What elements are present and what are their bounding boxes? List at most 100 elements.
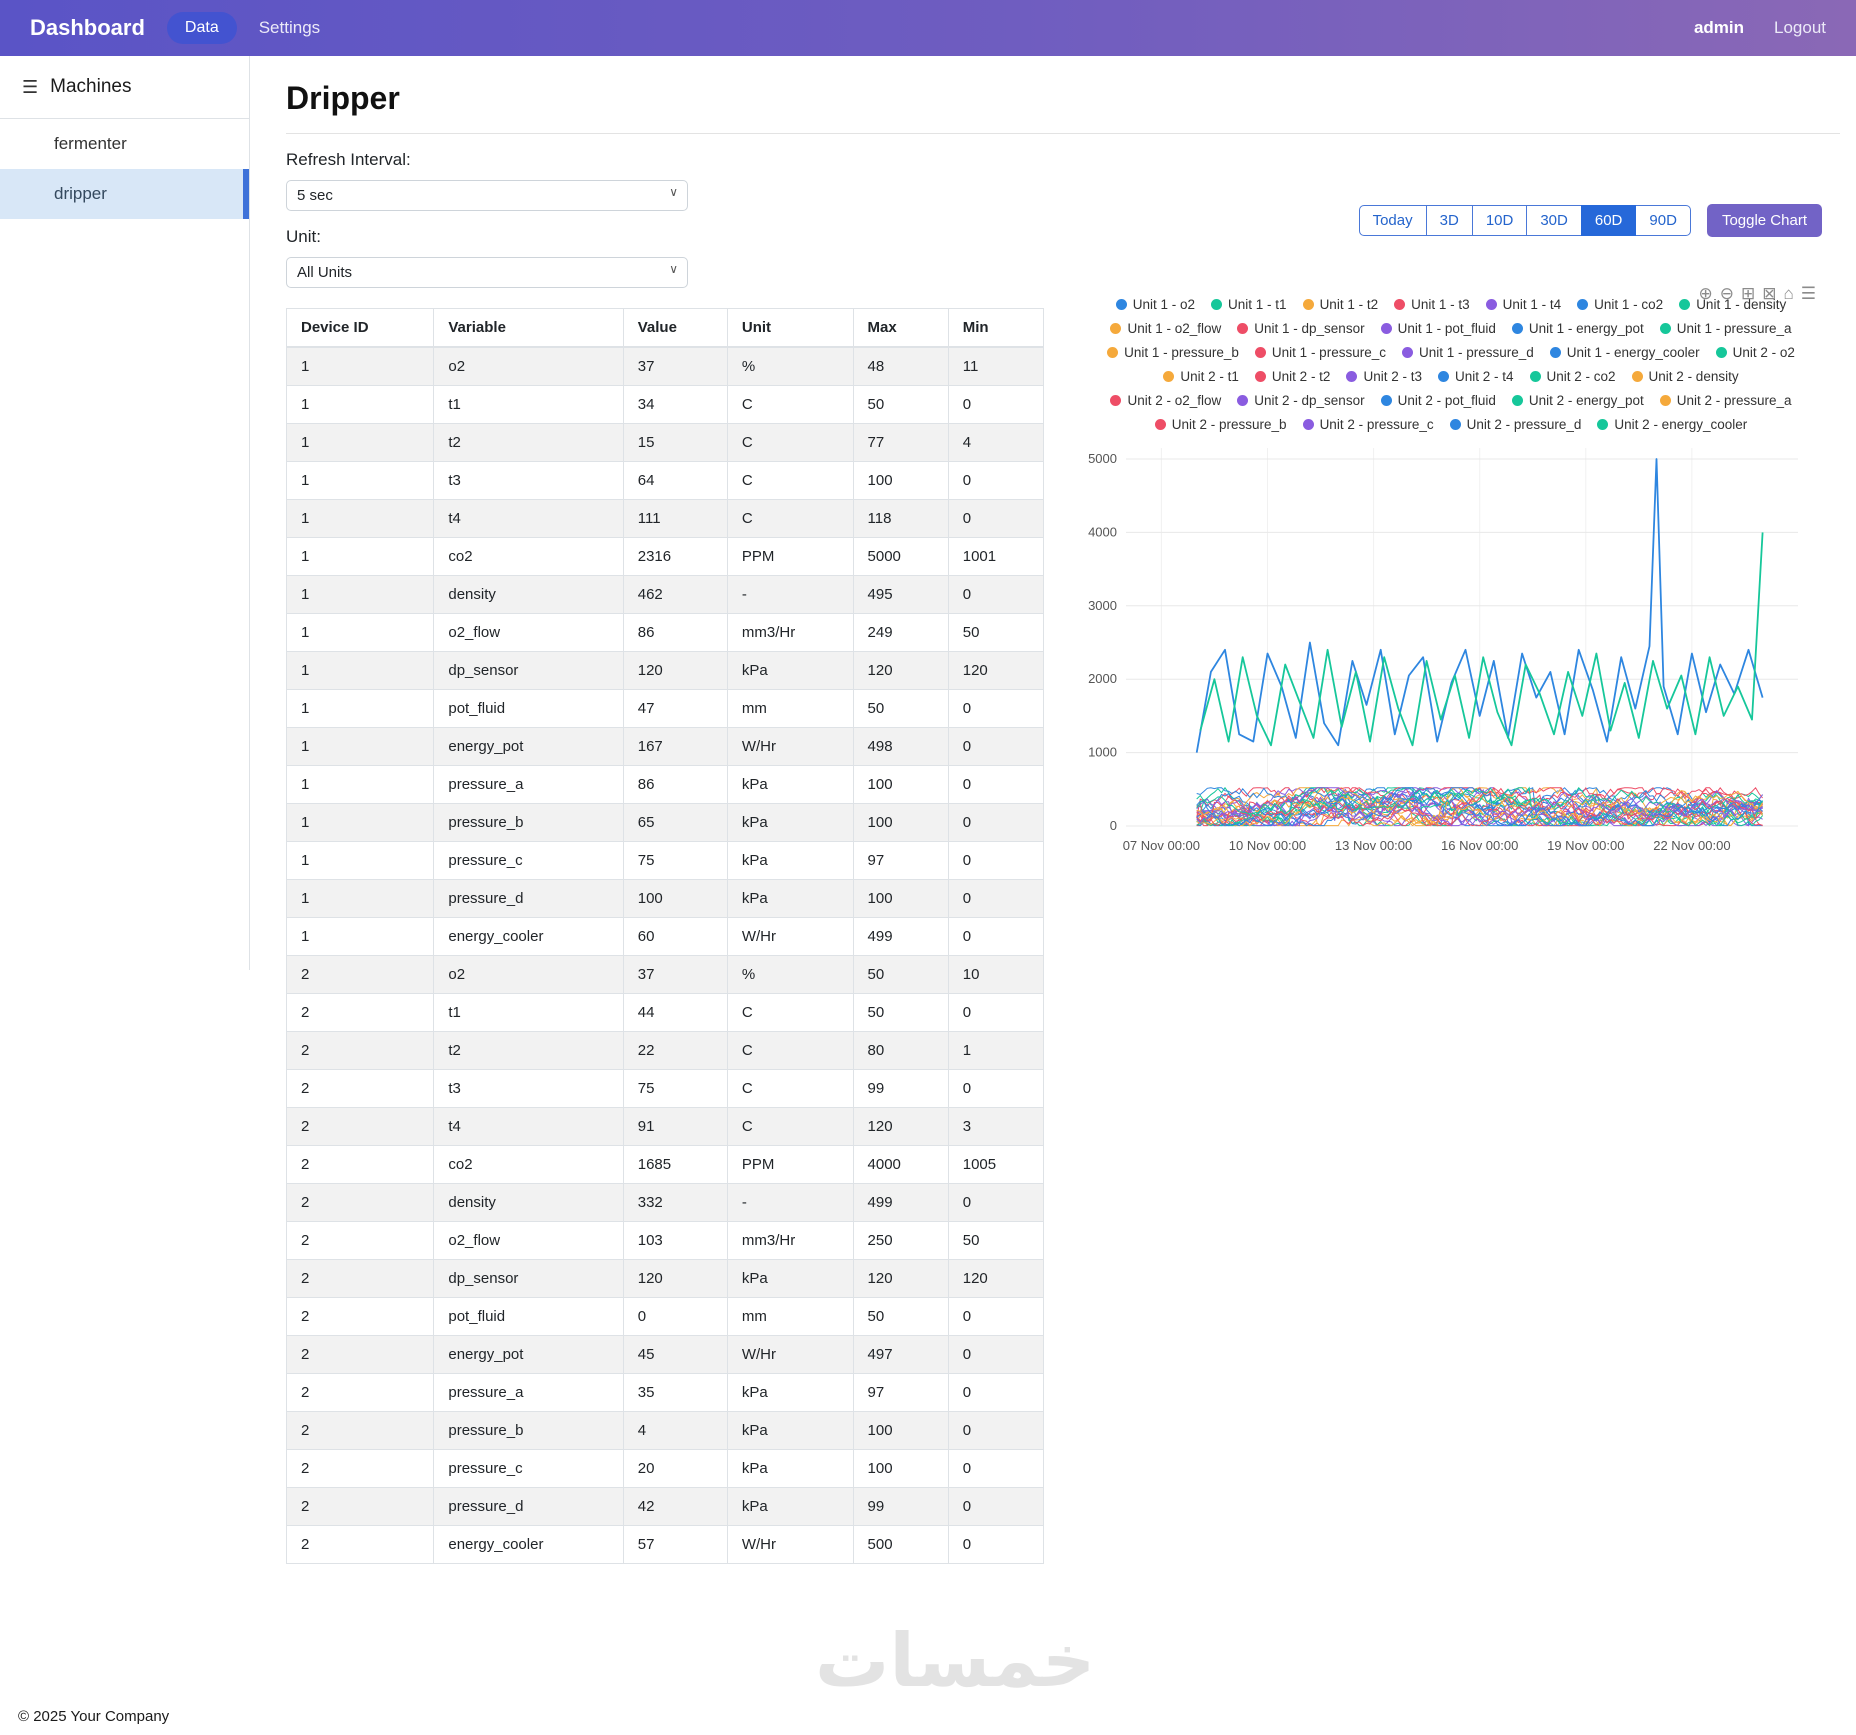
table-row: 2 dp_sensor 120 kPa 120 120: [285, 1259, 1045, 1298]
range-button-3d[interactable]: 3D: [1425, 205, 1473, 236]
legend-label: Unit 1 - co2: [1594, 297, 1664, 312]
table-row: 2 pressure_c 20 kPa 100 0: [285, 1449, 1045, 1488]
table-cell: C: [726, 1069, 854, 1108]
legend-item[interactable]: Unit 2 - t1: [1163, 369, 1239, 384]
table-cell: 498: [852, 727, 949, 766]
legend-item[interactable]: Unit 1 - pressure_b: [1107, 345, 1239, 360]
table-cell: 48: [852, 346, 949, 386]
legend-label: Unit 2 - pot_fluid: [1397, 393, 1496, 408]
menu-icon[interactable]: ☰: [22, 77, 38, 98]
zoom-out-icon[interactable]: ⊖: [1720, 285, 1734, 302]
legend-item[interactable]: Unit 1 - co2: [1577, 297, 1663, 312]
legend-item[interactable]: Unit 2 - o2_flow: [1110, 393, 1221, 408]
legend-dot-icon: [1437, 371, 1449, 382]
sidebar-item-dripper[interactable]: dripper: [0, 169, 249, 219]
home-icon[interactable]: ⌂: [1783, 285, 1793, 302]
table-cell: 1: [285, 689, 435, 728]
table-cell: t4: [433, 499, 624, 538]
unit-select[interactable]: All Units: [286, 257, 688, 288]
legend-item[interactable]: Unit 2 - t4: [1437, 369, 1514, 384]
refresh-interval-select[interactable]: 5 sec: [286, 180, 688, 211]
legend-item[interactable]: Unit 2 - energy_pot: [1511, 393, 1644, 408]
zoom-in-icon[interactable]: ⊕: [1698, 285, 1712, 302]
table-cell: pressure_c: [433, 841, 624, 880]
table-cell: 120: [947, 651, 1045, 690]
table-cell: PPM: [726, 537, 854, 576]
sidebar-header: ☰ Machines: [0, 56, 249, 119]
table-row: 1 t4 111 C 118 0: [285, 499, 1045, 538]
legend-label: Unit 1 - t4: [1502, 297, 1562, 312]
table-cell: C: [726, 1031, 854, 1070]
legend-item[interactable]: Unit 2 - o2: [1715, 345, 1795, 360]
table-cell: 2: [285, 1221, 435, 1260]
legend-item[interactable]: Unit 2 - co2: [1529, 369, 1616, 384]
table-cell: pressure_c: [433, 1449, 624, 1488]
legend-item[interactable]: Unit 1 - t3: [1394, 297, 1470, 312]
table-cell: 77: [852, 423, 949, 462]
table-cell: 2: [285, 1031, 435, 1070]
legend-item[interactable]: Unit 1 - t2: [1302, 297, 1378, 312]
legend-item[interactable]: Unit 2 - pressure_d: [1449, 417, 1581, 432]
range-button-10d[interactable]: 10D: [1471, 205, 1528, 236]
legend-dot-icon: [1511, 323, 1523, 334]
table-cell: 120: [852, 651, 949, 690]
legend-item[interactable]: Unit 1 - t4: [1485, 297, 1562, 312]
legend-item[interactable]: Unit 1 - dp_sensor: [1237, 321, 1365, 336]
table-cell: 47: [622, 689, 728, 728]
modebar-menu-icon[interactable]: ☰: [1801, 285, 1816, 302]
sensor-table: Device ID Variable Value Unit Max Min 1 o2 37% 4…: [285, 308, 1045, 1564]
nav-data-button[interactable]: Data: [166, 12, 237, 44]
table-cell: 1: [947, 1031, 1045, 1070]
table-row: 2 o2 37% 50 10: [285, 955, 1045, 994]
legend-item[interactable]: Unit 1 - energy_pot: [1511, 321, 1644, 336]
pan-icon[interactable]: ⊠: [1762, 285, 1776, 302]
chart-canvas[interactable]: 07 Nov 00:00 10 Nov 00:00 13 Nov 00:00 16 N…: [1080, 438, 1810, 858]
svg-text:3000: 3000: [1088, 598, 1117, 613]
table-cell: 332: [622, 1183, 728, 1222]
autoscale-icon[interactable]: ⊞: [1741, 285, 1755, 302]
legend-item[interactable]: Unit 1 - pressure_a: [1659, 321, 1792, 336]
legend-label: Unit 1 - t1: [1228, 297, 1287, 312]
legend-item[interactable]: Unit 1 - pot_fluid: [1380, 321, 1496, 336]
legend-item[interactable]: Unit 1 - pressure_c: [1254, 345, 1386, 360]
range-button-90d[interactable]: 90D: [1635, 205, 1691, 236]
table-cell: 4: [622, 1411, 728, 1450]
nav-settings-link[interactable]: Settings: [259, 18, 320, 38]
chart-card: ⊕ ⊖ ⊞ ⊠ ⌂ ☰ Unit 1 - o2 Unit 1 - t1 Unit 1 - t2…: [1080, 285, 1822, 858]
range-button-30d[interactable]: 30D: [1526, 205, 1582, 236]
top-navbar: Dashboard Data Settings admin Logout: [0, 0, 1856, 56]
svg-text:2000: 2000: [1088, 671, 1117, 686]
legend-label: Unit 2 - pressure_c: [1319, 417, 1434, 432]
legend-item[interactable]: Unit 2 - t2: [1254, 369, 1330, 384]
legend-item[interactable]: Unit 2 - energy_cooler: [1597, 417, 1747, 432]
svg-text:22 Nov 00:00: 22 Nov 00:00: [1653, 838, 1730, 853]
brand-dashboard[interactable]: Dashboard: [30, 15, 145, 41]
table-cell: 42: [622, 1487, 728, 1526]
toggle-chart-button[interactable]: Toggle Chart: [1706, 204, 1822, 237]
table-cell: 0: [947, 1335, 1045, 1374]
legend-label: Unit 2 - dp_sensor: [1254, 393, 1365, 408]
legend-item[interactable]: Unit 1 - o2_flow: [1110, 321, 1221, 336]
table-cell: 50: [852, 385, 949, 424]
range-button-today[interactable]: Today: [1358, 205, 1427, 236]
table-row: 2 pressure_d 42 kPa 99 0: [285, 1487, 1045, 1526]
legend-item[interactable]: Unit 1 - energy_cooler: [1549, 345, 1700, 360]
legend-item[interactable]: Unit 2 - pressure_b: [1154, 417, 1287, 432]
legend-item[interactable]: Unit 2 - pressure_a: [1659, 393, 1792, 408]
sidebar-item-fermenter[interactable]: fermenter: [0, 119, 249, 169]
legend-item[interactable]: Unit 1 - pressure_d: [1401, 345, 1534, 360]
legend-dot-icon: [1529, 371, 1541, 382]
legend-item[interactable]: Unit 2 - pot_fluid: [1380, 393, 1496, 408]
svg-text:10 Nov 00:00: 10 Nov 00:00: [1229, 838, 1306, 853]
legend-dot-icon: [1302, 299, 1314, 310]
range-button-60d[interactable]: 60D: [1580, 205, 1637, 236]
legend-item[interactable]: Unit 2 - t3: [1346, 369, 1422, 384]
legend-item[interactable]: Unit 2 - pressure_c: [1302, 417, 1434, 432]
logout-link[interactable]: Logout: [1774, 18, 1826, 38]
legend-item[interactable]: Unit 1 - t1: [1211, 297, 1287, 312]
legend-item[interactable]: Unit 2 - dp_sensor: [1237, 393, 1365, 408]
legend-label: Unit 2 - t4: [1454, 369, 1514, 384]
table-cell: t1: [433, 993, 624, 1032]
legend-item[interactable]: Unit 1 - o2: [1115, 297, 1195, 312]
legend-item[interactable]: Unit 2 - density: [1631, 369, 1739, 384]
